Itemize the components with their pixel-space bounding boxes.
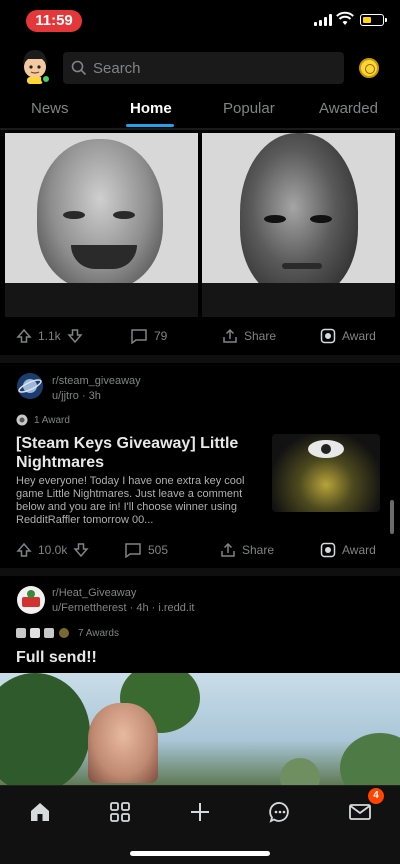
- create-post-icon[interactable]: [186, 798, 214, 826]
- share-icon: [221, 542, 235, 557]
- search-input[interactable]: [93, 52, 333, 84]
- home-icon[interactable]: [26, 798, 54, 826]
- post-image-right: [202, 133, 395, 317]
- chat-icon[interactable]: [266, 798, 294, 826]
- upvote-icon[interactable]: [16, 328, 32, 344]
- post-separator: [0, 568, 400, 576]
- app-header: [0, 42, 400, 94]
- tab-awarded[interactable]: Awarded: [319, 100, 378, 117]
- comment-icon: [125, 543, 141, 558]
- award-icon: [16, 414, 28, 426]
- comments-button[interactable]: 79: [130, 328, 167, 344]
- community-name[interactable]: r/Heat_Giveaway: [52, 587, 136, 599]
- post-title[interactable]: [Steam Keys Giveaway] Little Nightmares: [16, 434, 266, 472]
- award-icon: [320, 542, 336, 558]
- tab-home[interactable]: Home: [130, 100, 172, 117]
- award-icon: [320, 328, 336, 344]
- wifi-icon: [336, 11, 354, 25]
- tab-news[interactable]: News: [31, 100, 69, 117]
- search-icon: [71, 60, 87, 76]
- post-header: r/steam_giveaway u/jjtro · 3h: [16, 372, 386, 408]
- status-bar: 11:59: [0, 0, 400, 42]
- post-thumbnail[interactable]: [272, 434, 380, 512]
- active-tab-indicator: [126, 124, 174, 127]
- comment-icon: [131, 329, 147, 344]
- home-indicator[interactable]: [130, 851, 270, 856]
- cellular-signal-icon: [314, 14, 332, 26]
- downvote-icon[interactable]: [67, 328, 83, 344]
- battery-icon: [360, 14, 384, 26]
- post-body[interactable]: Hey everyone! Today I have one extra key…: [16, 475, 268, 527]
- post-image[interactable]: [5, 133, 395, 317]
- share-button[interactable]: Share: [222, 328, 276, 344]
- upvote-icon[interactable]: [16, 542, 32, 558]
- award-button[interactable]: Award: [320, 328, 376, 344]
- feed-tabs: News Home Popular Awarded: [0, 94, 400, 128]
- post-awards: 1 Award: [16, 414, 70, 426]
- post-title[interactable]: Full send!!: [16, 648, 266, 667]
- award-button[interactable]: Award: [320, 542, 376, 558]
- divider: [0, 128, 400, 130]
- post-image-left: [5, 133, 198, 317]
- post-separator: [0, 355, 400, 363]
- post-awards: 7 Awards: [16, 627, 119, 639]
- online-status-dot: [41, 74, 51, 84]
- status-time: 11:59: [26, 10, 82, 32]
- comments-button[interactable]: 505: [124, 542, 168, 558]
- post-action-bar: 10.0k 505 Share Award: [0, 535, 400, 565]
- share-icon: [223, 328, 237, 343]
- vote-count: 10.0k: [38, 543, 68, 557]
- award-icons: [16, 628, 69, 638]
- post-action-bar: 1.1k 79 Share Award: [0, 321, 400, 351]
- vote-control: 10.0k: [16, 542, 89, 558]
- search-bar[interactable]: [63, 52, 344, 84]
- vote-count: 1.1k: [38, 329, 61, 343]
- coin-icon[interactable]: [359, 58, 379, 78]
- vote-control: 1.1k: [16, 328, 83, 344]
- community-name[interactable]: r/steam_giveaway: [52, 375, 141, 387]
- scrollbar[interactable]: [390, 500, 394, 534]
- community-icon[interactable]: [16, 372, 44, 400]
- communities-icon[interactable]: [106, 798, 134, 826]
- share-button[interactable]: Share: [220, 542, 274, 558]
- inbox-badge: 4: [368, 788, 384, 804]
- inbox-icon[interactable]: [346, 798, 374, 826]
- post-author[interactable]: u/jjtro · 3h: [52, 390, 101, 402]
- community-icon[interactable]: [16, 585, 46, 615]
- post-header: r/Heat_Giveaway u/Fernettherest · 4h · i…: [16, 585, 386, 621]
- downvote-icon[interactable]: [73, 542, 89, 558]
- tab-popular[interactable]: Popular: [223, 100, 275, 117]
- post-image[interactable]: [0, 673, 400, 785]
- post-author[interactable]: u/Fernettherest · 4h · i.redd.it: [52, 602, 194, 614]
